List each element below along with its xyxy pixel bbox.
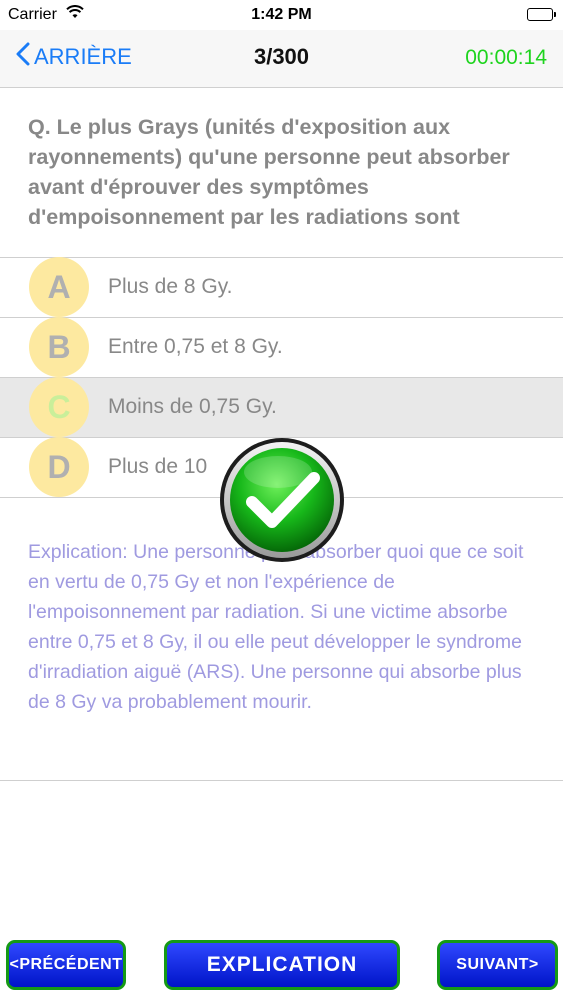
check-icon	[218, 436, 346, 564]
status-bar: Carrier 1:42 PM	[0, 0, 563, 30]
answer-text: Moins de 0,75 Gy.	[108, 395, 277, 418]
answer-option-c[interactable]: C Moins de 0,75 Gy.	[0, 377, 563, 438]
previous-button[interactable]: <PRÉCÉDENT	[6, 940, 126, 990]
question-text: Q. Le plus Grays (unités d'exposition au…	[28, 115, 510, 229]
answer-letter-badge: C	[29, 377, 89, 437]
answer-option-b[interactable]: B Entre 0,75 et 8 Gy.	[0, 317, 563, 378]
next-button[interactable]: SUIVANT>	[437, 940, 558, 990]
explanation-button[interactable]: EXPLICATION	[164, 940, 400, 990]
nav-bar: ARRIÈRE 3/300 00:00:14	[0, 30, 563, 88]
answer-letter-badge: B	[29, 317, 89, 377]
answer-option-a[interactable]: A Plus de 8 Gy.	[0, 257, 563, 318]
answer-letter-badge: D	[29, 437, 89, 497]
answer-text: Plus de 8 Gy.	[108, 275, 233, 298]
answer-text: Plus de 10	[108, 455, 208, 478]
status-time: 1:42 PM	[251, 6, 312, 23]
divider	[0, 780, 563, 781]
answer-text: Entre 0,75 et 8 Gy.	[108, 335, 283, 358]
answer-letter-badge: A	[29, 257, 89, 317]
battery-icon	[527, 8, 556, 21]
timer: 00:00:14	[465, 46, 547, 69]
